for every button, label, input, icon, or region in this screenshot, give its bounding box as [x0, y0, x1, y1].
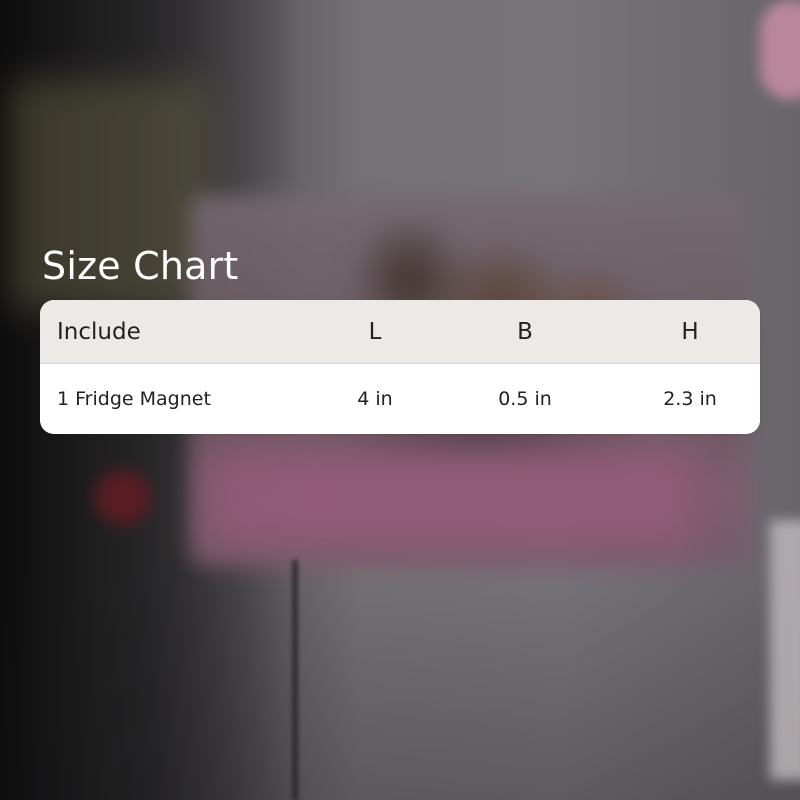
header-length: L: [368, 318, 382, 345]
size-chart-table: Include L B H 1 Fridge Magnet 4 in 0.5 i…: [40, 300, 760, 434]
cell-length: 4 in: [357, 388, 393, 410]
cell-breadth: 0.5 in: [498, 388, 552, 410]
header-include: Include: [57, 318, 141, 345]
header-breadth: B: [517, 318, 533, 345]
cell-include: 1 Fridge Magnet: [57, 388, 211, 410]
cell-height: 2.3 in: [663, 388, 717, 410]
header-height: H: [681, 318, 699, 345]
table-row: 1 Fridge Magnet 4 in 0.5 in 2.3 in: [40, 364, 760, 434]
page-title: Size Chart: [42, 244, 239, 288]
table-header-row: Include L B H: [40, 300, 760, 364]
